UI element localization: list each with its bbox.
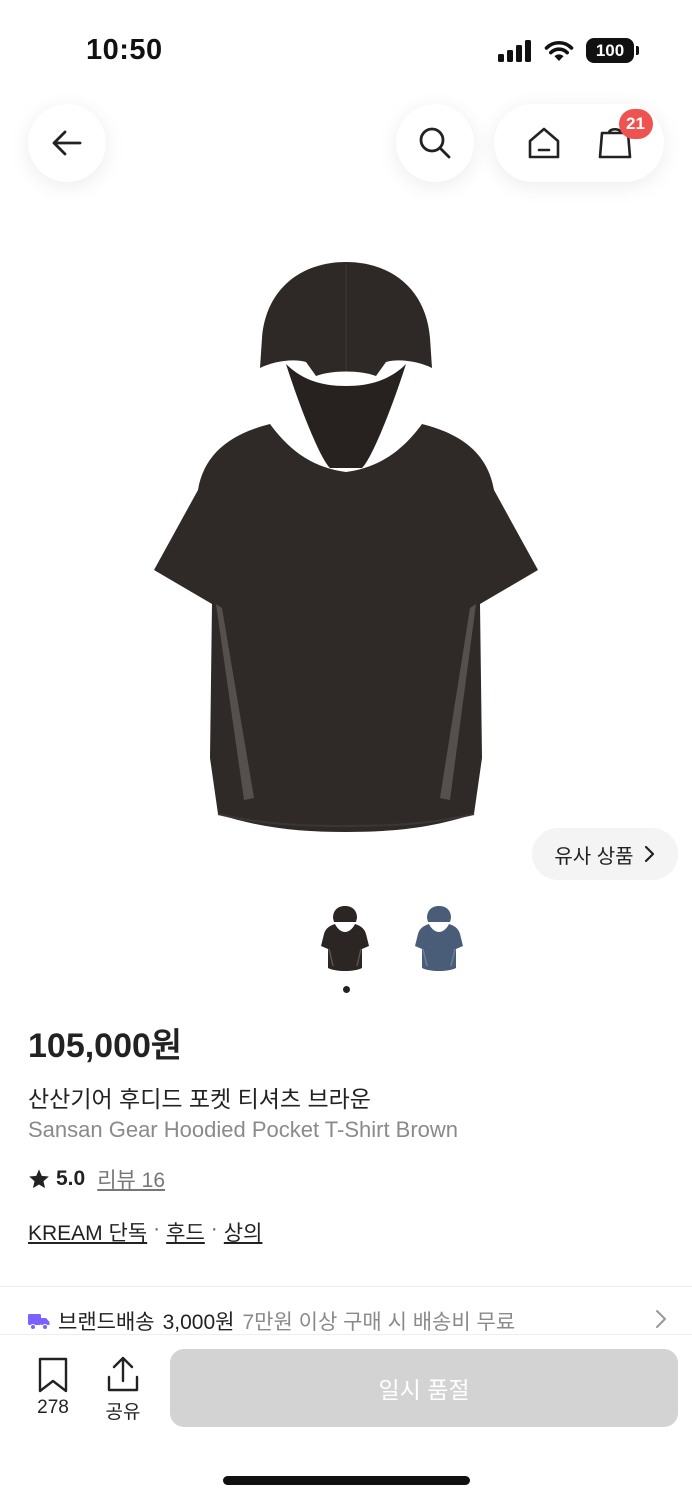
bookmark-icon bbox=[38, 1357, 68, 1393]
tag-top[interactable]: 상의 bbox=[224, 1217, 263, 1247]
arrow-left-icon bbox=[52, 130, 82, 156]
tag-kream-exclusive[interactable]: KREAM 단독 bbox=[28, 1217, 147, 1247]
delivery-info-row[interactable]: 브랜드배송 3,000원 7만원 이상 구매 시 배송비 무료 bbox=[28, 1306, 668, 1336]
cart-button[interactable]: 21 bbox=[591, 109, 653, 167]
back-button[interactable] bbox=[28, 104, 106, 182]
home-button[interactable] bbox=[520, 119, 568, 167]
status-time: 10:50 bbox=[86, 34, 163, 66]
hoodie-thumbnail-image bbox=[415, 906, 463, 971]
tag-hood[interactable]: 후드 bbox=[166, 1217, 205, 1247]
home-icon bbox=[528, 127, 559, 159]
product-hoodie-image bbox=[154, 262, 538, 832]
delivery-fee: 3,000원 bbox=[162, 1311, 235, 1334]
share-button[interactable]: 공유 bbox=[94, 1355, 152, 1424]
similar-products-button[interactable]: 유사 상품 bbox=[532, 828, 678, 880]
tag-separator: · bbox=[210, 1217, 218, 1240]
search-button[interactable] bbox=[396, 104, 474, 182]
similar-products-label: 유사 상품 bbox=[554, 845, 634, 868]
status-bar: 10:50 100 bbox=[0, 0, 692, 100]
hoodie-thumbnail-image bbox=[321, 906, 369, 971]
rating-value: 5.0 bbox=[56, 1167, 86, 1190]
product-name-ko: 산산기어 후디드 포켓 티셔츠 브라운 bbox=[28, 1086, 371, 1112]
truck-icon bbox=[28, 1314, 50, 1330]
signal-icon bbox=[498, 39, 531, 62]
delivery-note: 7만원 이상 구매 시 배송비 무료 bbox=[242, 1311, 516, 1334]
tag-separator: · bbox=[153, 1217, 161, 1240]
color-thumbnails bbox=[314, 900, 470, 980]
star-icon bbox=[29, 1169, 49, 1189]
product-price: 105,000원 bbox=[28, 1027, 183, 1065]
delivery-label: 브랜드배송 bbox=[58, 1311, 155, 1334]
category-tags: KREAM 단독 · 후드 · 상의 bbox=[28, 1217, 262, 1247]
sold-out-button[interactable]: 일시 품절 bbox=[170, 1349, 678, 1427]
bookmark-button[interactable]: 278 bbox=[22, 1357, 84, 1419]
section-divider bbox=[0, 1286, 692, 1287]
product-image[interactable] bbox=[150, 258, 542, 834]
product-name-en: Sansan Gear Hoodied Pocket T-Shirt Brown bbox=[28, 1117, 459, 1142]
rating-row: 5.0 리뷰 16 bbox=[28, 1164, 165, 1194]
share-icon bbox=[107, 1356, 139, 1392]
search-icon bbox=[419, 127, 451, 159]
home-indicator bbox=[223, 1476, 470, 1485]
wifi-icon bbox=[544, 40, 574, 61]
review-link[interactable]: 리뷰 16 bbox=[97, 1164, 165, 1194]
chevron-right-icon bbox=[644, 845, 654, 863]
battery-indicator: 100 bbox=[586, 38, 639, 63]
thumbnail-brown[interactable] bbox=[314, 900, 376, 980]
chevron-right-icon bbox=[656, 1310, 666, 1328]
share-label: 공유 bbox=[105, 1402, 141, 1423]
bookmark-count: 278 bbox=[37, 1397, 69, 1418]
page-indicator-dot bbox=[343, 986, 350, 993]
cart-count-badge: 21 bbox=[618, 109, 653, 139]
header-actions: 21 bbox=[494, 104, 664, 182]
thumbnail-navy[interactable] bbox=[408, 900, 470, 980]
status-icons: 100 bbox=[498, 38, 639, 63]
